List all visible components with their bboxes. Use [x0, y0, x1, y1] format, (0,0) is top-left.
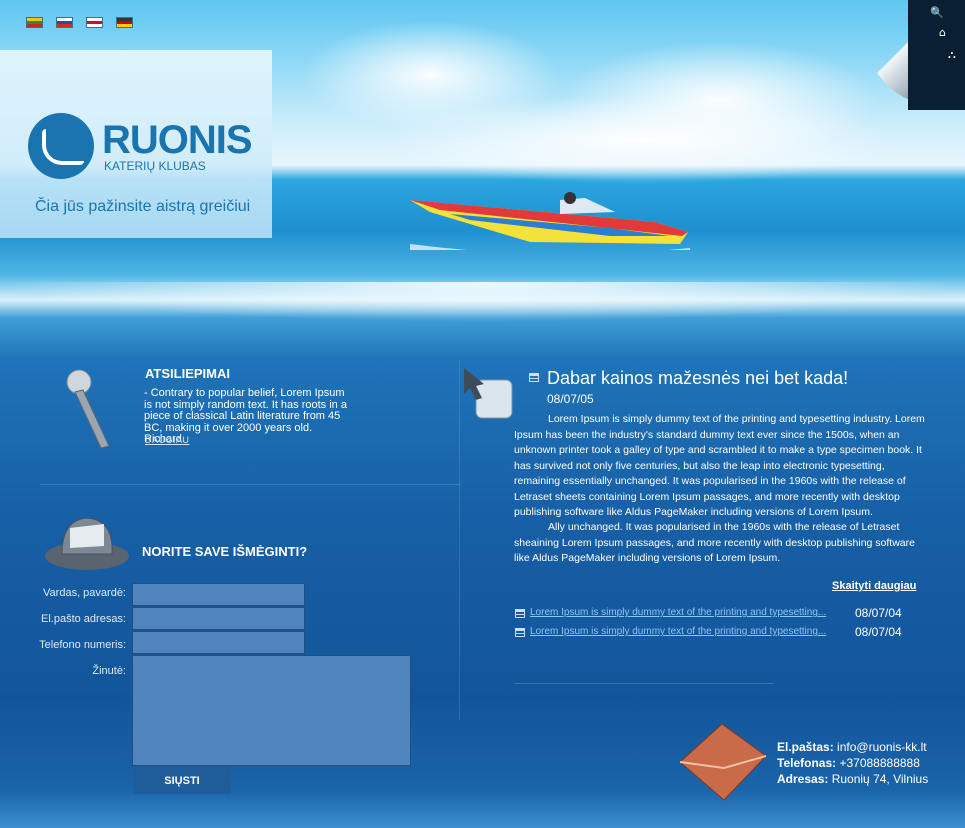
divider	[514, 683, 774, 684]
news-item-link[interactable]: Lorem Ipsum is simply dummy text of the …	[530, 607, 826, 618]
divider	[459, 360, 460, 720]
feedback-more-link[interactable]: DAUGIAU	[145, 435, 190, 445]
feedback-title: ATSILIEPIMAI	[145, 366, 230, 381]
cloud	[380, 95, 900, 185]
message-field[interactable]	[132, 655, 411, 766]
russian-flag[interactable]	[56, 17, 73, 28]
email-value[interactable]: info@ruonis-kk.lt	[837, 740, 927, 754]
sitemap-icon[interactable]: ⛬	[948, 48, 956, 62]
lithuanian-flag[interactable]	[26, 17, 43, 28]
news-title: Dabar kainos mažesnės nei bet kada!	[547, 368, 849, 388]
message-label: Žinutė:	[92, 665, 126, 677]
brand-subtitle: KATERIŲ KLUBAS	[104, 159, 206, 173]
divider	[40, 484, 460, 485]
contact-email: El.paštas: info@ruonis-kk.lt	[777, 740, 927, 754]
news-icon	[515, 628, 525, 637]
top-icon-bar: 🔍 ⌂ ⛬	[908, 0, 965, 110]
news-date: 08/07/05	[547, 392, 594, 406]
phone-value: +37088888888	[839, 756, 920, 770]
news-item-date: 08/07/04	[855, 625, 902, 639]
news-body-2: Ally unchanged. It was popularised in th…	[514, 521, 915, 564]
tagline: Čia jūs pažinsite aistrą greičiui	[35, 198, 251, 215]
phone-label: Telefono numeris:	[39, 639, 126, 651]
email-label: El.pašto adresas:	[41, 613, 126, 625]
cursor-hand-icon	[464, 368, 513, 419]
read-more-link[interactable]: Skaityti daugiau	[832, 580, 916, 592]
name-label: Vardas, pavardė:	[43, 587, 126, 599]
microphone-icon	[66, 369, 110, 449]
news-icon	[515, 609, 525, 618]
news-icon	[529, 373, 539, 382]
english-flag[interactable]	[86, 17, 103, 28]
contact-address: Adresas: Ruonių 74, Vilnius	[777, 772, 929, 786]
logo-icon[interactable]	[28, 113, 94, 179]
form-title: NORITE SAVE IŠMĖGINTI?	[142, 544, 308, 559]
news-item-link[interactable]: Lorem Ipsum is simply dummy text of the …	[530, 626, 826, 637]
hat-icon	[45, 517, 129, 570]
address-value: Ruonių 74, Vilnius	[831, 772, 929, 786]
name-field[interactable]	[132, 583, 305, 606]
speedboat-image	[410, 192, 690, 250]
phone-field[interactable]	[132, 631, 305, 654]
language-selector	[26, 17, 133, 28]
submit-button[interactable]: SIŲSTI	[133, 767, 231, 794]
news-item-date: 08/07/04	[855, 606, 902, 620]
search-icon[interactable]: 🔍	[930, 6, 944, 19]
home-icon[interactable]: ⌂	[939, 26, 946, 39]
email-field[interactable]	[132, 607, 305, 630]
contact-phone: Telefonas: +37088888888	[777, 756, 920, 770]
brand-name[interactable]: RUONIS	[102, 118, 253, 163]
german-flag[interactable]	[116, 17, 133, 28]
wave-foam	[0, 282, 965, 322]
envelope-icon	[679, 723, 767, 801]
news-body: Lorem Ipsum is simply dummy text of the …	[514, 413, 925, 518]
